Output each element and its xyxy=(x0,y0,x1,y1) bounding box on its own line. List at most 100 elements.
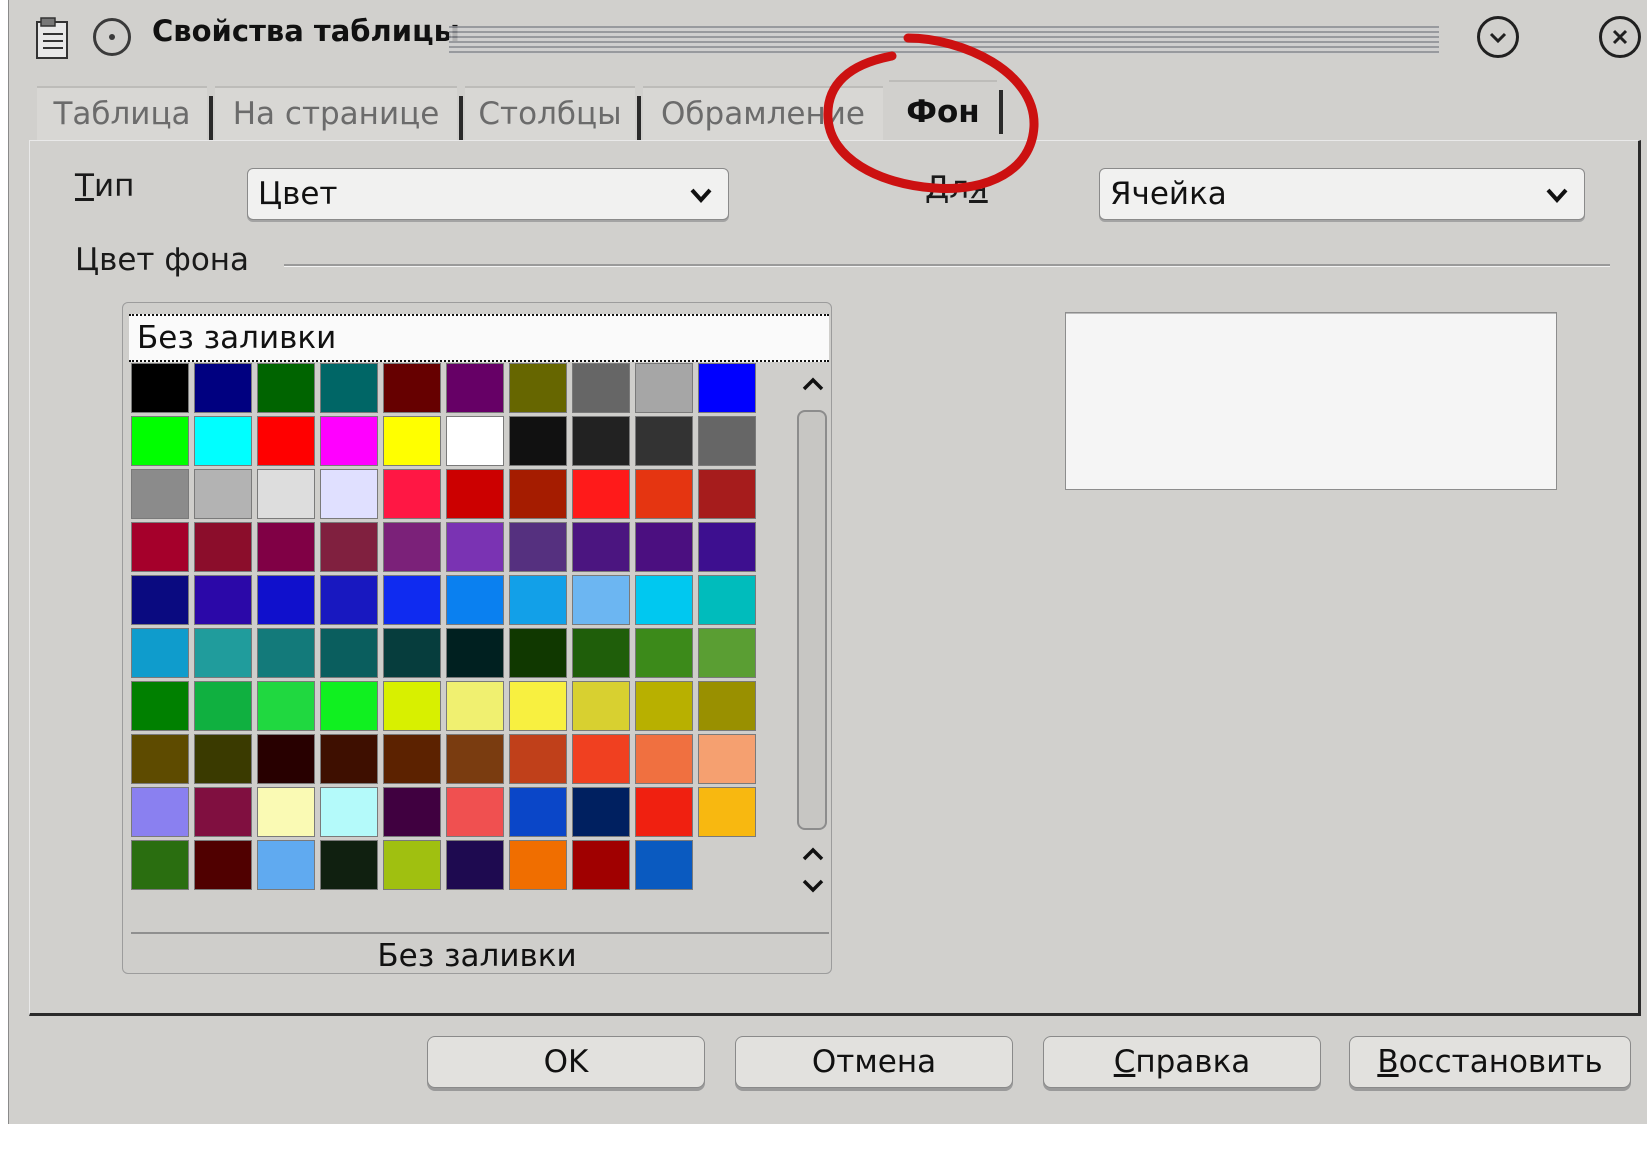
color-swatch[interactable] xyxy=(320,681,378,731)
color-swatch[interactable] xyxy=(446,363,504,413)
tab-columns[interactable]: Столбцы xyxy=(465,86,641,140)
color-swatch[interactable] xyxy=(194,575,252,625)
scroll-up-icon[interactable] xyxy=(799,370,827,398)
color-swatch[interactable] xyxy=(635,787,693,837)
color-swatch[interactable] xyxy=(698,575,756,625)
ok-button[interactable]: OK xyxy=(427,1036,705,1088)
color-swatch[interactable] xyxy=(572,522,630,572)
color-swatch[interactable] xyxy=(194,416,252,466)
color-swatch[interactable] xyxy=(383,363,441,413)
color-swatch[interactable] xyxy=(383,734,441,784)
color-swatch[interactable] xyxy=(635,734,693,784)
color-swatch[interactable] xyxy=(131,575,189,625)
no-fill-option[interactable]: Без заливки xyxy=(129,314,829,362)
color-swatch[interactable] xyxy=(635,416,693,466)
color-swatch[interactable] xyxy=(509,416,567,466)
reset-button[interactable]: Восстановить xyxy=(1349,1036,1631,1088)
color-swatch[interactable] xyxy=(194,522,252,572)
color-swatch[interactable] xyxy=(194,363,252,413)
color-swatch[interactable] xyxy=(257,416,315,466)
color-swatch[interactable] xyxy=(509,734,567,784)
color-swatch[interactable] xyxy=(572,469,630,519)
color-swatch[interactable] xyxy=(383,681,441,731)
color-swatch[interactable] xyxy=(635,840,693,890)
color-swatch[interactable] xyxy=(320,522,378,572)
color-swatch[interactable] xyxy=(131,681,189,731)
color-swatch[interactable] xyxy=(635,469,693,519)
color-swatch[interactable] xyxy=(698,734,756,784)
help-button[interactable]: Справка xyxy=(1043,1036,1321,1088)
color-swatch[interactable] xyxy=(635,522,693,572)
color-swatch[interactable] xyxy=(446,469,504,519)
color-swatch[interactable] xyxy=(383,787,441,837)
color-swatch[interactable] xyxy=(509,522,567,572)
color-swatch[interactable] xyxy=(446,734,504,784)
color-swatch[interactable] xyxy=(383,469,441,519)
color-swatch[interactable] xyxy=(446,840,504,890)
minimize-button[interactable] xyxy=(1477,16,1519,58)
color-swatch[interactable] xyxy=(635,681,693,731)
color-swatch[interactable] xyxy=(131,787,189,837)
color-swatch[interactable] xyxy=(698,787,756,837)
cancel-button[interactable]: Отмена xyxy=(735,1036,1013,1088)
color-swatch[interactable] xyxy=(194,787,252,837)
color-swatch[interactable] xyxy=(698,681,756,731)
color-swatch[interactable] xyxy=(131,628,189,678)
color-swatch[interactable] xyxy=(509,363,567,413)
color-swatch[interactable] xyxy=(131,416,189,466)
color-swatch[interactable] xyxy=(383,522,441,572)
scroll-down-icon[interactable] xyxy=(799,872,827,900)
color-swatch[interactable] xyxy=(131,469,189,519)
color-swatch[interactable] xyxy=(257,469,315,519)
color-swatch[interactable] xyxy=(320,416,378,466)
color-swatch[interactable] xyxy=(257,522,315,572)
color-swatch[interactable] xyxy=(257,363,315,413)
color-swatch[interactable] xyxy=(572,681,630,731)
color-swatch[interactable] xyxy=(131,840,189,890)
color-swatch[interactable] xyxy=(446,416,504,466)
color-swatch[interactable] xyxy=(572,363,630,413)
close-button[interactable] xyxy=(1599,16,1641,58)
color-swatch[interactable] xyxy=(572,734,630,784)
color-swatch[interactable] xyxy=(194,628,252,678)
for-select[interactable]: Ячейка xyxy=(1099,168,1585,220)
palette-scrollbar[interactable] xyxy=(795,362,831,910)
color-swatch[interactable] xyxy=(257,681,315,731)
color-swatch[interactable] xyxy=(698,522,756,572)
color-swatch[interactable] xyxy=(131,734,189,784)
color-swatch[interactable] xyxy=(446,787,504,837)
color-swatch[interactable] xyxy=(698,363,756,413)
color-swatch[interactable] xyxy=(383,575,441,625)
color-swatch[interactable] xyxy=(509,575,567,625)
type-select[interactable]: Цвет xyxy=(247,168,729,220)
color-swatch[interactable] xyxy=(194,681,252,731)
color-swatch[interactable] xyxy=(509,840,567,890)
color-swatch[interactable] xyxy=(257,787,315,837)
color-swatch[interactable] xyxy=(383,840,441,890)
color-swatch[interactable] xyxy=(383,628,441,678)
color-swatch[interactable] xyxy=(509,469,567,519)
color-swatch[interactable] xyxy=(320,840,378,890)
color-swatch[interactable] xyxy=(572,787,630,837)
color-swatch[interactable] xyxy=(320,628,378,678)
color-swatch[interactable] xyxy=(635,628,693,678)
color-swatch[interactable] xyxy=(698,416,756,466)
scroll-up-icon[interactable] xyxy=(799,840,827,868)
color-swatch[interactable] xyxy=(131,363,189,413)
color-swatch[interactable] xyxy=(572,416,630,466)
color-swatch[interactable] xyxy=(509,681,567,731)
color-swatch[interactable] xyxy=(194,469,252,519)
color-swatch[interactable] xyxy=(194,840,252,890)
color-swatch[interactable] xyxy=(446,628,504,678)
color-swatch[interactable] xyxy=(446,681,504,731)
color-swatch[interactable] xyxy=(572,628,630,678)
color-swatch[interactable] xyxy=(320,575,378,625)
color-swatch[interactable] xyxy=(383,416,441,466)
color-swatch[interactable] xyxy=(257,734,315,784)
tab-background[interactable]: Фон xyxy=(889,80,1003,142)
color-swatch[interactable] xyxy=(572,575,630,625)
color-swatch[interactable] xyxy=(257,840,315,890)
color-swatch[interactable] xyxy=(320,469,378,519)
window-menu-icon[interactable] xyxy=(93,18,131,56)
color-swatch[interactable] xyxy=(635,575,693,625)
